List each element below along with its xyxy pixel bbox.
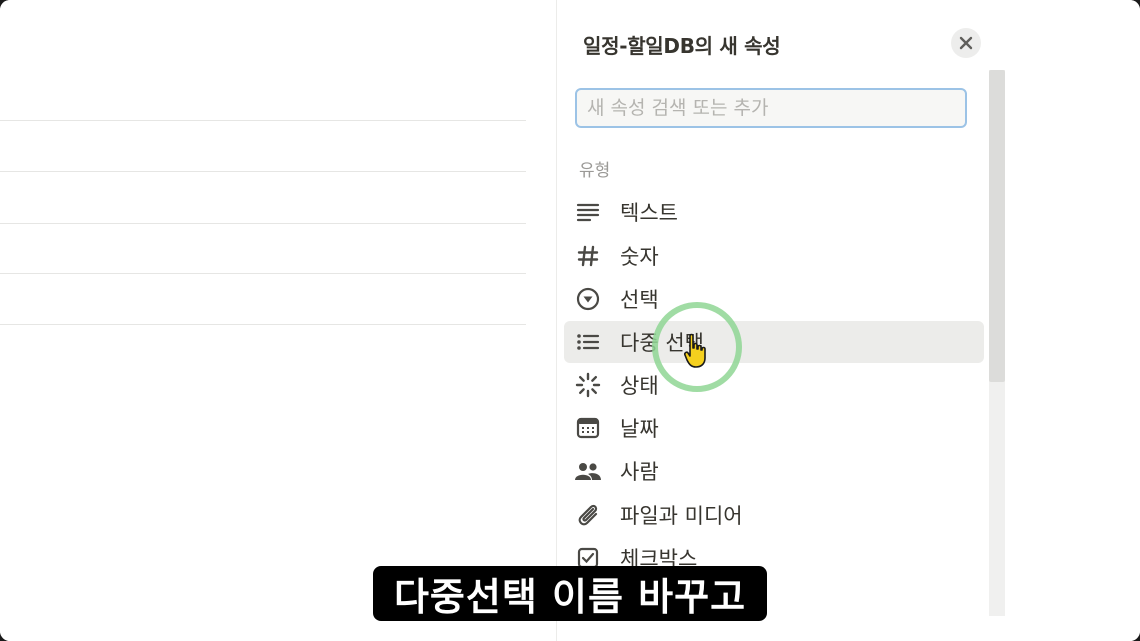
status-spinner-icon [574, 371, 602, 399]
window-background [1007, 0, 1140, 641]
video-subtitle-caption: 다중선택 이름 바꾸고 [373, 566, 767, 621]
table-row-divider [0, 171, 526, 172]
property-type-text[interactable]: 텍스트 [564, 191, 984, 233]
panel-title: 일정-할일DB의 새 속성 [583, 34, 781, 58]
property-type-date[interactable]: 날짜 [564, 407, 984, 449]
table-row-divider [0, 223, 526, 224]
type-section-label: 유형 [579, 161, 611, 181]
property-type-status[interactable]: 상태 [564, 364, 984, 406]
database-table-area [0, 0, 556, 641]
close-button[interactable] [951, 28, 981, 58]
property-type-label: 선택 [620, 288, 659, 312]
table-row-divider [0, 120, 526, 121]
table-row-divider [0, 324, 526, 325]
hash-icon [574, 242, 602, 270]
multi-select-list-icon [574, 328, 602, 356]
property-type-multi-select[interactable]: 다중 선택 [564, 321, 984, 363]
property-type-label: 사람 [620, 460, 659, 484]
property-type-number[interactable]: 숫자 [564, 235, 984, 277]
app-window: 일정-할일DB의 새 속성 유형 텍스트 숫자 [0, 0, 1140, 641]
table-row-divider [0, 273, 526, 274]
property-type-person[interactable]: 사람 [564, 450, 984, 492]
property-type-label: 상태 [620, 374, 659, 398]
scrollbar-thumb[interactable] [989, 70, 1005, 382]
people-icon [574, 457, 602, 485]
property-type-files-media[interactable]: 파일과 미디어 [564, 494, 984, 536]
text-lines-icon [574, 198, 602, 226]
property-type-label: 날짜 [620, 417, 659, 441]
property-type-label: 텍스트 [620, 201, 678, 225]
hand-cursor-icon [684, 332, 706, 374]
property-type-label: 파일과 미디어 [620, 504, 743, 528]
property-type-label: 숫자 [620, 245, 659, 269]
paperclip-icon [574, 501, 602, 529]
property-type-select[interactable]: 선택 [564, 278, 984, 320]
property-search-input[interactable] [575, 88, 967, 128]
calendar-icon [574, 414, 602, 442]
select-circle-icon [574, 285, 602, 313]
new-property-panel: 일정-할일DB의 새 속성 유형 텍스트 숫자 [557, 0, 1007, 641]
close-icon [959, 36, 973, 50]
